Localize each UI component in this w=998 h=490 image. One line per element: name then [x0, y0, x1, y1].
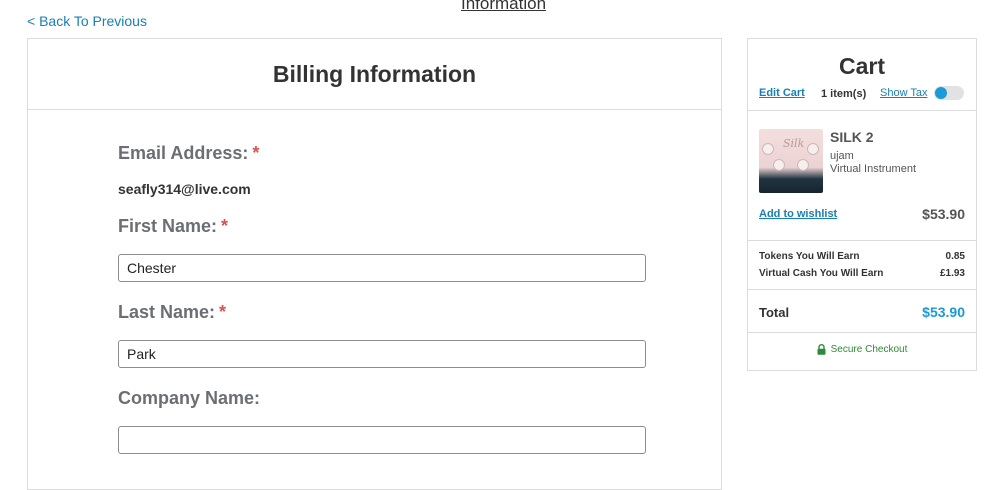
knob-icon	[762, 143, 774, 155]
product-thumbnail[interactable]: Silk	[759, 129, 823, 193]
virtual-cash-value: £1.93	[939, 268, 965, 279]
billing-panel: Billing Information Email Address: * seaf…	[27, 38, 722, 490]
email-label: Email Address: *	[118, 143, 259, 164]
product-name[interactable]: SILK 2	[830, 129, 874, 145]
product-brand: ujam	[830, 150, 854, 162]
divider	[748, 332, 976, 333]
back-to-previous-link[interactable]: < Back To Previous	[27, 13, 147, 29]
edit-cart-link[interactable]: Edit Cart	[759, 87, 805, 99]
knob-icon	[807, 143, 819, 155]
divider	[748, 110, 976, 111]
total-label: Total	[759, 305, 790, 320]
toggle-knob	[935, 87, 947, 99]
cart-title: Cart	[838, 53, 885, 79]
required-marker: *	[252, 143, 260, 163]
last-name-label: Last Name: *	[118, 302, 226, 323]
required-marker: *	[219, 302, 227, 322]
total-value: $53.90	[922, 304, 965, 320]
divider	[748, 240, 976, 241]
billing-title: Billing Information	[272, 60, 477, 87]
last-name-label-text: Last Name:	[118, 302, 216, 322]
first-name-field[interactable]	[118, 254, 646, 282]
show-tax-link[interactable]: Show Tax	[880, 87, 928, 99]
email-value: seafly314@live.com	[118, 181, 251, 197]
knob-icon	[797, 159, 809, 171]
product-price: $53.90	[922, 206, 965, 222]
add-to-wishlist-link[interactable]: Add to wishlist	[759, 208, 837, 220]
billing-header: Billing Information	[28, 39, 721, 110]
virtual-cash-label: Virtual Cash You Will Earn	[759, 268, 884, 279]
tokens-earn-value: 0.85	[945, 251, 965, 262]
tokens-earn-label: Tokens You Will Earn	[759, 251, 860, 262]
company-name-label: Company Name:	[118, 388, 260, 409]
secure-checkout-text: Secure Checkout	[830, 344, 908, 355]
last-name-field[interactable]	[118, 340, 646, 368]
cart-item-count: 1 item(s)	[821, 88, 867, 100]
email-label-text: Email Address:	[118, 143, 249, 163]
first-name-label-text: First Name:	[118, 216, 218, 236]
divider	[748, 289, 976, 290]
required-marker: *	[221, 216, 229, 236]
show-tax-toggle[interactable]	[934, 86, 964, 100]
first-name-label: First Name: *	[118, 216, 228, 237]
cart-panel: Cart Edit Cart 1 item(s) Show Tax Silk S…	[747, 38, 977, 371]
product-type: Virtual Instrument	[830, 163, 917, 175]
information-link[interactable]: Information	[461, 0, 546, 14]
knob-icon	[773, 159, 785, 171]
company-name-field[interactable]	[118, 426, 646, 454]
lock-icon	[817, 344, 826, 355]
company-name-label-text: Company Name:	[118, 388, 261, 408]
product-thumbnail-logo: Silk	[783, 137, 805, 150]
secure-checkout: Secure Checkout	[748, 344, 976, 355]
